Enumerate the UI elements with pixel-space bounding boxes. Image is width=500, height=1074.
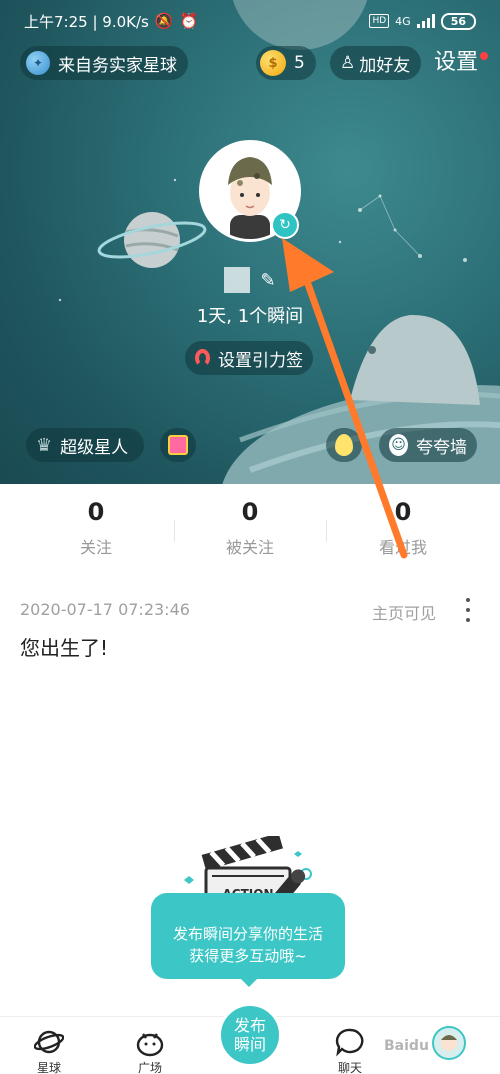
edit-name-icon[interactable]: ✎ xyxy=(260,270,275,291)
coin-count: 5 xyxy=(294,53,305,73)
username-redacted xyxy=(224,267,251,293)
gift-icon xyxy=(168,435,188,455)
nav-me-avatar[interactable] xyxy=(432,1026,466,1060)
add-friend-label: 加好友 xyxy=(359,55,411,76)
planet-nav-icon xyxy=(34,1030,64,1054)
visitors-count: 0 xyxy=(394,498,412,526)
profile-stats: 1天, 1个瞬间 xyxy=(196,306,304,327)
settings-button[interactable]: 设置 xyxy=(434,46,478,80)
chat-nav-icon xyxy=(335,1028,364,1057)
nav-planet-label: 星球 xyxy=(36,1061,61,1074)
profile-hero: 上午7:25 | 9.0K/s 🔕 ⏰ HD 4G 56 ✦ 来自务实家星球 $… xyxy=(0,0,500,484)
followers-counter[interactable]: 0 被关注 xyxy=(175,498,325,558)
more-options-icon[interactable] xyxy=(462,598,474,622)
status-bar: 上午7:25 | 9.0K/s 🔕 ⏰ HD 4G 56 xyxy=(24,8,476,34)
username-row: ✎ xyxy=(200,266,300,294)
post-date: 2020-07-17 07:23:46 xyxy=(20,600,190,619)
signal-icon xyxy=(416,14,435,28)
divider xyxy=(326,520,327,542)
home-planet-label: 来自务实家星球 xyxy=(58,55,177,76)
mute-icon: 🔕 xyxy=(154,12,174,30)
watermark: Baidu xyxy=(384,1038,429,1054)
crown-icon: ♛ xyxy=(36,434,53,456)
nav-square-label: 广场 xyxy=(137,1061,162,1074)
battery-icon: 56 xyxy=(440,12,476,30)
home-planet-button[interactable]: ✦ 来自务实家星球 xyxy=(20,46,188,80)
network-label: 4G xyxy=(395,14,411,28)
hd-icon: HD xyxy=(369,14,390,28)
egg-icon xyxy=(335,434,353,456)
nav-square[interactable]: 广场 xyxy=(120,1027,180,1074)
post-text: 您出生了! xyxy=(20,636,109,660)
nav-planet[interactable]: 星球 xyxy=(19,1027,79,1074)
publish-line-1: 发布 xyxy=(233,1016,266,1035)
square-nav-icon xyxy=(136,1033,164,1057)
publish-moment-button[interactable]: 发布 瞬间 xyxy=(218,1003,282,1067)
coin-icon: $ xyxy=(260,50,286,76)
followers-count: 0 xyxy=(241,498,259,526)
post-visibility[interactable]: 主页可见 xyxy=(372,600,436,624)
me-avatar-icon xyxy=(441,1035,457,1051)
planet-illustration xyxy=(97,212,207,268)
planet-icon: ✦ xyxy=(26,51,50,75)
promo-line-2: 获得更多互动哦~ xyxy=(189,947,307,965)
visitors-label: 看过我 xyxy=(378,538,427,557)
magnet-icon xyxy=(195,349,210,367)
change-avatar-icon[interactable]: ↻ xyxy=(271,211,299,239)
super-star-label: 超级星人 xyxy=(60,437,129,458)
praise-wall-button[interactable]: ☺ 夸夸墙 xyxy=(379,428,477,462)
nav-chat[interactable]: 聊天 xyxy=(320,1027,380,1074)
followers-label: 被关注 xyxy=(225,538,274,557)
publish-line-2: 瞬间 xyxy=(233,1035,266,1054)
following-count: 0 xyxy=(87,498,105,526)
praise-wall-label: 夸夸墙 xyxy=(416,437,467,458)
status-time: 上午7:25 | 9.0K/s xyxy=(24,12,149,31)
following-label: 关注 xyxy=(79,538,112,557)
smile-icon: ☺ xyxy=(389,434,408,456)
gravity-tag-button[interactable]: 设置引力签 xyxy=(185,341,313,375)
promo-line-1: 发布瞬间分享你的生活 xyxy=(172,925,323,943)
nav-chat-label: 聊天 xyxy=(337,1061,362,1074)
publish-promo-bubble[interactable]: 发布瞬间分享你的生活 获得更多互动哦~ xyxy=(151,893,345,987)
notification-dot xyxy=(480,52,488,60)
super-star-button[interactable]: ♛ 超级星人 xyxy=(26,428,144,462)
add-friend-button[interactable]: ♙ 加好友 xyxy=(330,46,421,80)
visitors-counter[interactable]: 0 看过我 xyxy=(328,498,478,558)
gift-button[interactable] xyxy=(160,428,196,462)
following-counter[interactable]: 0 关注 xyxy=(21,498,171,558)
add-friend-icon: ♙ xyxy=(340,53,356,73)
alarm-icon: ⏰ xyxy=(179,12,199,30)
gravity-tag-label: 设置引力签 xyxy=(218,350,303,371)
egg-button[interactable] xyxy=(326,428,362,462)
coins-button[interactable]: $ 5 xyxy=(256,46,316,80)
